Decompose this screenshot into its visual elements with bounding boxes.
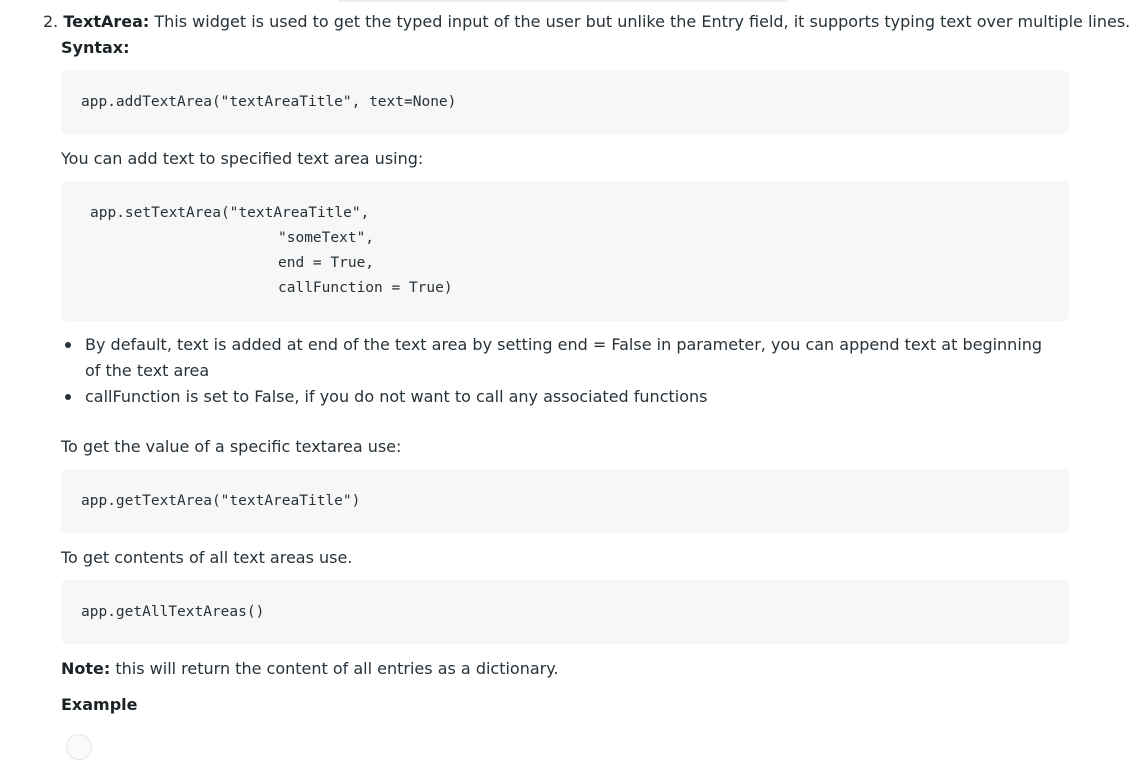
code-line: end = True, xyxy=(278,255,375,271)
code-line: app.getAllTextAreas() xyxy=(81,604,265,620)
code-block-get[interactable]: app.getTextArea("textAreaTitle") xyxy=(61,469,1069,533)
list-item: callFunction is set to False, if you do … xyxy=(61,384,1061,410)
list-item: By default, text is added at end of the … xyxy=(61,332,1061,384)
paragraph-get-text: To get the value of a specific textarea … xyxy=(61,437,402,456)
bullet-list: By default, text is added at end of the … xyxy=(61,332,1061,410)
code-line: callFunction = True) xyxy=(278,280,453,296)
item-term: TextArea: xyxy=(63,12,150,31)
code-line: app.getTextArea("textAreaTitle") xyxy=(81,493,361,509)
list-number: 2. xyxy=(43,12,59,31)
code-block-set[interactable]: app.setTextArea("textAreaTitle", "someTe… xyxy=(61,181,1069,321)
code-block-add[interactable]: app.addTextArea("textAreaTitle", text=No… xyxy=(61,70,1069,134)
note-label: Note: xyxy=(61,659,111,678)
top-divider xyxy=(338,0,788,2)
code-block-get-all[interactable]: app.getAllTextAreas() xyxy=(61,580,1069,644)
paragraph-set-text: You can add text to specified text area … xyxy=(61,149,424,168)
example-heading: Example xyxy=(61,695,138,714)
code-line: "someText", xyxy=(278,230,375,246)
syntax-label: Syntax: xyxy=(61,38,130,57)
item-description: This widget is used to get the typed inp… xyxy=(154,12,1131,31)
code-line: app.addTextArea("textAreaTitle", text=No… xyxy=(81,94,457,110)
code-line: app.setTextArea("textAreaTitle", xyxy=(90,205,370,221)
note-paragraph: Note: this will return the content of al… xyxy=(61,656,559,682)
list-item-textarea: 2. TextArea: This widget is used to get … xyxy=(43,9,1130,35)
note-text: this will return the content of all entr… xyxy=(115,659,559,678)
paragraph-get-all: To get contents of all text areas use. xyxy=(61,548,353,567)
